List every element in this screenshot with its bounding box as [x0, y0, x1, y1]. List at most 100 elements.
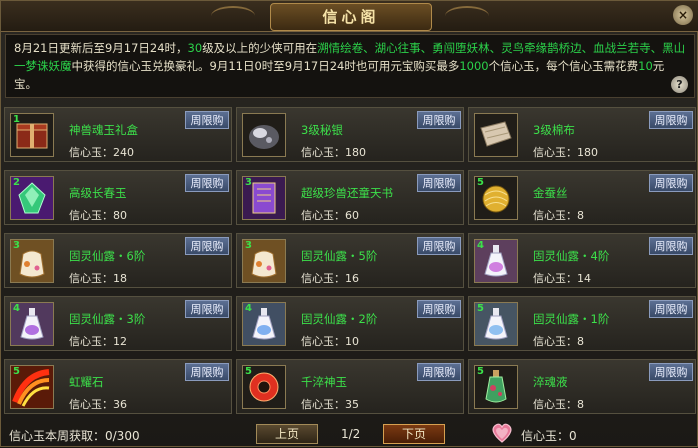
- shop-item-card[interactable]: 2 高级长春玉 信心玉：80 周限购: [4, 170, 232, 225]
- shop-item-card[interactable]: 4 固灵仙露・3阶 信心玉：12 周限购: [4, 296, 232, 351]
- item-price: 信心玉：180: [301, 144, 366, 160]
- item-price: 信心玉：36: [69, 396, 127, 412]
- weekly-limit-tag: 周限购: [185, 300, 229, 318]
- shop-item-card[interactable]: 5 淬魂液 信心玉：8 周限购: [468, 359, 696, 414]
- item-name: 淬魂液: [533, 375, 568, 389]
- scroll-book-icon[interactable]: 3: [242, 176, 286, 220]
- item-name: 金蚕丝: [533, 186, 568, 200]
- heart-jade-icon: [492, 423, 512, 443]
- price-value: 8: [577, 398, 584, 411]
- price-value: 8: [577, 335, 584, 348]
- price-value: 18: [113, 272, 127, 285]
- footer-bar: 信心玉本周获取：0/300 上页 1/2 下页 信心玉：0: [1, 421, 698, 448]
- elixir-pouch-icon[interactable]: 3: [10, 239, 54, 283]
- item-level-badge: 3: [13, 240, 20, 251]
- balance-label: 信心玉：0: [521, 429, 577, 443]
- price-value: 35: [345, 398, 359, 411]
- gift-box-icon[interactable]: 1: [10, 113, 54, 157]
- shop-item-card[interactable]: 3级秘银信心玉：180 周限购: [236, 107, 464, 162]
- page-indicator: 1/2: [341, 427, 361, 441]
- help-button[interactable]: ?: [671, 76, 688, 93]
- price-value: 36: [113, 398, 127, 411]
- weekly-limit-tag: 周限购: [649, 300, 693, 318]
- shop-item-card[interactable]: 3 固灵仙露・6阶 信心玉：18 周限购: [4, 233, 232, 288]
- item-grid: 1 神兽魂玉礼盒 信心玉：240 周限购 3级秘银 信心玉：180 周限购 3级棉布 信心玉：1…: [4, 107, 696, 417]
- notice-text: 8月21日更新后至9月17日24时，30级及以上的少侠可用在溯情绘卷、湖心往事、…: [14, 41, 685, 91]
- shop-item-card[interactable]: 3 超级珍兽还童天书 信心玉：60 周限购: [236, 170, 464, 225]
- elixir-bottle-icon[interactable]: 4: [242, 302, 286, 346]
- gold-silk-icon[interactable]: 5: [474, 176, 518, 220]
- shop-item-card[interactable]: 5 固灵仙露・1阶 信心玉：8 周限购: [468, 296, 696, 351]
- item-price: 信心玉：12: [69, 333, 127, 349]
- weekly-limit-tag: 周限购: [649, 237, 693, 255]
- soul-potion-icon[interactable]: 5: [474, 365, 518, 409]
- price-prefix: 信心玉：: [69, 272, 113, 285]
- price-value: 180: [577, 146, 598, 159]
- item-name: 固灵仙露・6阶: [69, 249, 146, 263]
- weekly-limit-tag: 周限购: [185, 363, 229, 381]
- silver-ore-icon[interactable]: [242, 113, 286, 157]
- price-prefix: 信心玉：: [533, 335, 577, 348]
- notice-segment: 8月21日更新后至9月17日24时，: [14, 41, 188, 55]
- price-value: 12: [113, 335, 127, 348]
- shop-item-card[interactable]: 5 金蚕丝 信心玉：8 周限购: [468, 170, 696, 225]
- item-price: 信心玉：18: [69, 270, 127, 286]
- notice-segment: 1000: [459, 59, 489, 73]
- rainbow-stone-icon[interactable]: 5: [10, 365, 54, 409]
- weekly-limit-tag: 周限购: [185, 111, 229, 129]
- price-prefix: 信心玉：: [69, 146, 113, 159]
- item-level-badge: 2: [13, 177, 20, 188]
- weekly-limit-tag: 周限购: [417, 174, 461, 192]
- item-level-badge: 5: [477, 177, 484, 188]
- close-button[interactable]: ×: [673, 5, 693, 25]
- notice-segment: 级及以上的少侠可用在: [202, 41, 318, 55]
- item-level-badge: 5: [245, 366, 252, 377]
- shop-item-card[interactable]: 4 固灵仙露・4阶 信心玉：14 周限购: [468, 233, 696, 288]
- red-jade-ring-icon[interactable]: 5: [242, 365, 286, 409]
- weekly-limit-tag: 周限购: [649, 174, 693, 192]
- price-prefix: 信心玉：: [69, 335, 113, 348]
- item-name: 固灵仙露・5阶: [301, 249, 378, 263]
- item-level-badge: 5: [13, 366, 20, 377]
- shop-item-card[interactable]: 5 虹耀石 信心玉：36 周限购: [4, 359, 232, 414]
- price-prefix: 信心玉：: [533, 209, 577, 222]
- cotton-cloth-icon[interactable]: [474, 113, 518, 157]
- item-name: 神兽魂玉礼盒: [69, 123, 138, 137]
- weekly-limit-tag: 周限购: [185, 174, 229, 192]
- item-name: 千淬神玉: [301, 375, 347, 389]
- item-level-badge: 5: [477, 366, 484, 377]
- item-price: 信心玉：14: [533, 270, 591, 286]
- next-page-button[interactable]: 下页: [383, 424, 445, 444]
- shop-item-card[interactable]: 3 固灵仙露・5阶 信心玉：16 周限购: [236, 233, 464, 288]
- xinxinge-window: 信心阁 × 8月21日更新后至9月17日24时，30级及以上的少侠可用在溯情绘卷…: [0, 0, 698, 447]
- weekly-acquired-label: 信心玉本周获取：0/300: [9, 429, 140, 443]
- title-bar: 信心阁 ×: [1, 1, 698, 32]
- elixir-pouch-icon[interactable]: 3: [242, 239, 286, 283]
- jade-gem-icon[interactable]: 2: [10, 176, 54, 220]
- weekly-limit-tag: 周限购: [417, 111, 461, 129]
- elixir-bottle-icon[interactable]: 4: [10, 302, 54, 346]
- elixir-bottle-icon[interactable]: 4: [474, 239, 518, 283]
- item-name: 3级棉布: [533, 123, 575, 137]
- price-prefix: 信心玉：: [69, 209, 113, 222]
- price-prefix: 信心玉：: [301, 272, 345, 285]
- event-notice: 8月21日更新后至9月17日24时，30级及以上的少侠可用在溯情绘卷、湖心往事、…: [5, 34, 695, 98]
- price-value: 10: [345, 335, 359, 348]
- item-level-badge: 5: [477, 303, 484, 314]
- item-price: 信心玉：180: [533, 144, 598, 160]
- price-value: 80: [113, 209, 127, 222]
- elixir-bottle-icon[interactable]: 5: [474, 302, 518, 346]
- item-name: 固灵仙露・3阶: [69, 312, 146, 326]
- prev-page-button[interactable]: 上页: [256, 424, 318, 444]
- item-name: 超级珍兽还童天书: [301, 186, 393, 200]
- price-prefix: 信心玉：: [533, 272, 577, 285]
- shop-item-card[interactable]: 1 神兽魂玉礼盒 信心玉：240 周限购: [4, 107, 232, 162]
- shop-item-card[interactable]: 4 固灵仙露・2阶 信心玉：10 周限购: [236, 296, 464, 351]
- shop-item-card[interactable]: 5 千淬神玉 信心玉：35 周限购: [236, 359, 464, 414]
- window-title: 信心阁: [270, 3, 432, 31]
- item-price: 信心玉：8: [533, 396, 584, 412]
- item-name: 3级秘银: [301, 123, 343, 137]
- shop-item-card[interactable]: 3级棉布 信心玉：180 周限购: [468, 107, 696, 162]
- item-name: 固灵仙露・2阶: [301, 312, 378, 326]
- weekly-limit-tag: 周限购: [417, 300, 461, 318]
